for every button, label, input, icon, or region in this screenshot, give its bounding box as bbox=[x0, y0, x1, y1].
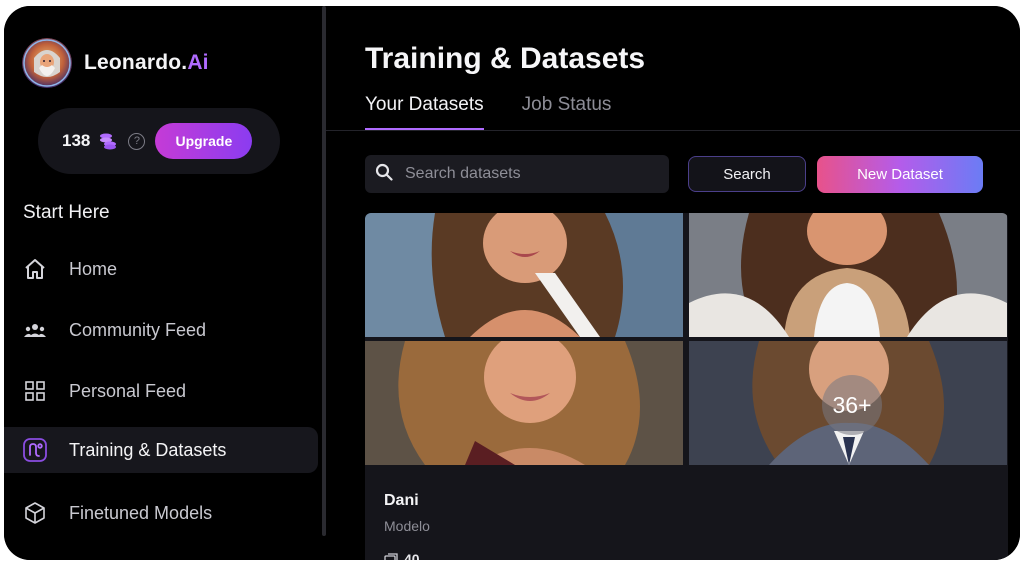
brand[interactable]: Leonardo.Ai bbox=[22, 38, 209, 88]
tab-your-datasets[interactable]: Your Datasets bbox=[365, 94, 484, 130]
sidebar-item-home[interactable]: Home bbox=[4, 246, 318, 292]
brand-name-accent: Ai bbox=[187, 51, 209, 74]
upgrade-button[interactable]: Upgrade bbox=[155, 123, 253, 159]
sidebar-item-label: Home bbox=[69, 258, 118, 279]
dataset-name: Dani bbox=[384, 492, 419, 509]
sidebar-item-label: Finetuned Models bbox=[69, 502, 213, 523]
app-window: Leonardo.Ai 138 ? Upgrade Start Here Hom… bbox=[4, 6, 1020, 560]
dataset-thumbnail bbox=[365, 213, 683, 337]
dataset-thumbnail bbox=[689, 213, 1007, 337]
search-input[interactable] bbox=[405, 165, 655, 183]
search-icon bbox=[375, 163, 393, 186]
training-icon bbox=[22, 437, 48, 463]
images-icon bbox=[384, 552, 398, 560]
dataset-thumbnail bbox=[365, 341, 683, 465]
page-title: Training & Datasets bbox=[365, 42, 646, 75]
leonardo-logo bbox=[22, 38, 72, 88]
sidebar-item-label: Training & Datasets bbox=[69, 439, 227, 460]
dataset-description: Modelo bbox=[384, 518, 430, 534]
sidebar-item-label: Personal Feed bbox=[69, 380, 187, 401]
home-icon bbox=[22, 256, 48, 282]
image-count-value: 40 bbox=[404, 551, 420, 560]
sidebar: Leonardo.Ai 138 ? Upgrade Start Here Hom… bbox=[4, 6, 322, 560]
community-icon bbox=[22, 317, 48, 343]
tab-job-status[interactable]: Job Status bbox=[522, 94, 612, 130]
tab-bar: Your Datasets Job Status bbox=[365, 94, 649, 130]
more-images-badge: 36+ bbox=[822, 375, 882, 435]
dataset-card[interactable]: 36+ Dani Modelo 40 bbox=[365, 213, 1008, 560]
sidebar-item-label: Community Feed bbox=[69, 319, 207, 340]
search-box[interactable] bbox=[365, 155, 669, 193]
new-dataset-button[interactable]: New Dataset bbox=[817, 156, 983, 193]
brand-name: Leonardo.Ai bbox=[84, 51, 209, 74]
credits-count: 138 bbox=[62, 131, 91, 150]
help-icon[interactable]: ? bbox=[128, 132, 146, 150]
sidebar-item-community-feed[interactable]: Community Feed bbox=[4, 307, 318, 353]
sidebar-item-finetuned-models[interactable]: Finetuned Models bbox=[4, 490, 318, 536]
sidebar-item-training-datasets[interactable]: Training & Datasets bbox=[4, 427, 318, 473]
search-button[interactable]: Search bbox=[688, 156, 806, 192]
main-content: Training & Datasets Your Datasets Job St… bbox=[326, 6, 1020, 560]
sidebar-item-personal-feed[interactable]: Personal Feed bbox=[4, 368, 318, 414]
credits-pill: 138 ? Upgrade bbox=[38, 108, 280, 174]
dataset-image-count: 40 bbox=[384, 551, 420, 560]
tabs-divider bbox=[326, 130, 1020, 131]
cube-icon bbox=[22, 500, 48, 526]
coins-icon bbox=[98, 132, 118, 150]
section-title: Start Here bbox=[23, 202, 110, 223]
grid-icon bbox=[22, 378, 48, 404]
